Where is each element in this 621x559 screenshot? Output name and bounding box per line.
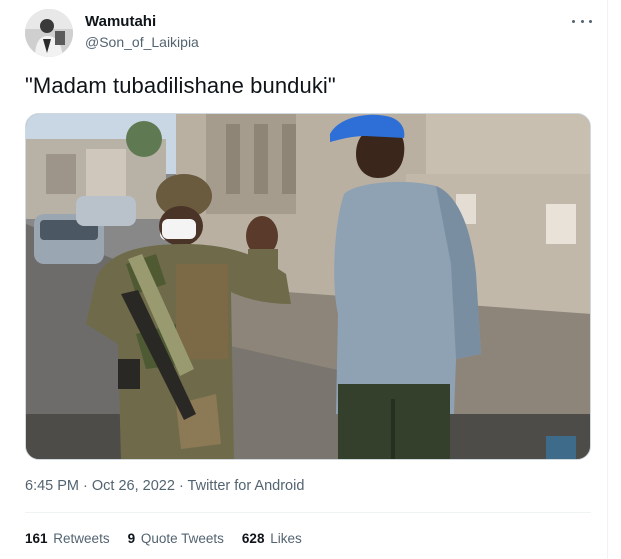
- tweet-time[interactable]: 6:45 PM: [25, 478, 79, 494]
- meta-separator: ·: [79, 478, 92, 494]
- quote-tweets-label: Quote Tweets: [140, 531, 224, 546]
- more-options-icon[interactable]: [572, 14, 592, 28]
- retweets-stat[interactable]: 161 Retweets: [25, 531, 110, 546]
- divider: [25, 512, 591, 513]
- likes-stat[interactable]: 628 Likes: [242, 531, 302, 546]
- avatar[interactable]: [25, 9, 73, 57]
- likes-count: 628: [241, 531, 265, 546]
- tweet-photo[interactable]: [25, 113, 591, 460]
- tweet-stats: 161 Retweets 9 Quote Tweets 628 Likes: [25, 531, 302, 546]
- display-name[interactable]: Wamutahi: [85, 13, 156, 30]
- tweet-date[interactable]: Oct 26, 2022: [92, 478, 175, 494]
- quote-tweets-count: 9: [127, 531, 136, 546]
- user-handle[interactable]: @Son_of_Laikipia: [85, 34, 199, 50]
- likes-label: Likes: [270, 531, 302, 546]
- tweet-source[interactable]: Twitter for Android: [188, 478, 305, 494]
- tweet-meta: 6:45 PM · Oct 26, 2022 · Twitter for And…: [25, 478, 304, 494]
- meta-separator: ·: [174, 478, 188, 494]
- tweet-text: "Madam tubadilishane bunduki": [25, 73, 336, 98]
- retweets-count: 161: [25, 531, 48, 546]
- tweet-card: Wamutahi @Son_of_Laikipia "Madam tubadil…: [0, 0, 608, 559]
- quote-tweets-stat[interactable]: 9 Quote Tweets: [128, 531, 224, 546]
- retweets-label: Retweets: [53, 531, 110, 546]
